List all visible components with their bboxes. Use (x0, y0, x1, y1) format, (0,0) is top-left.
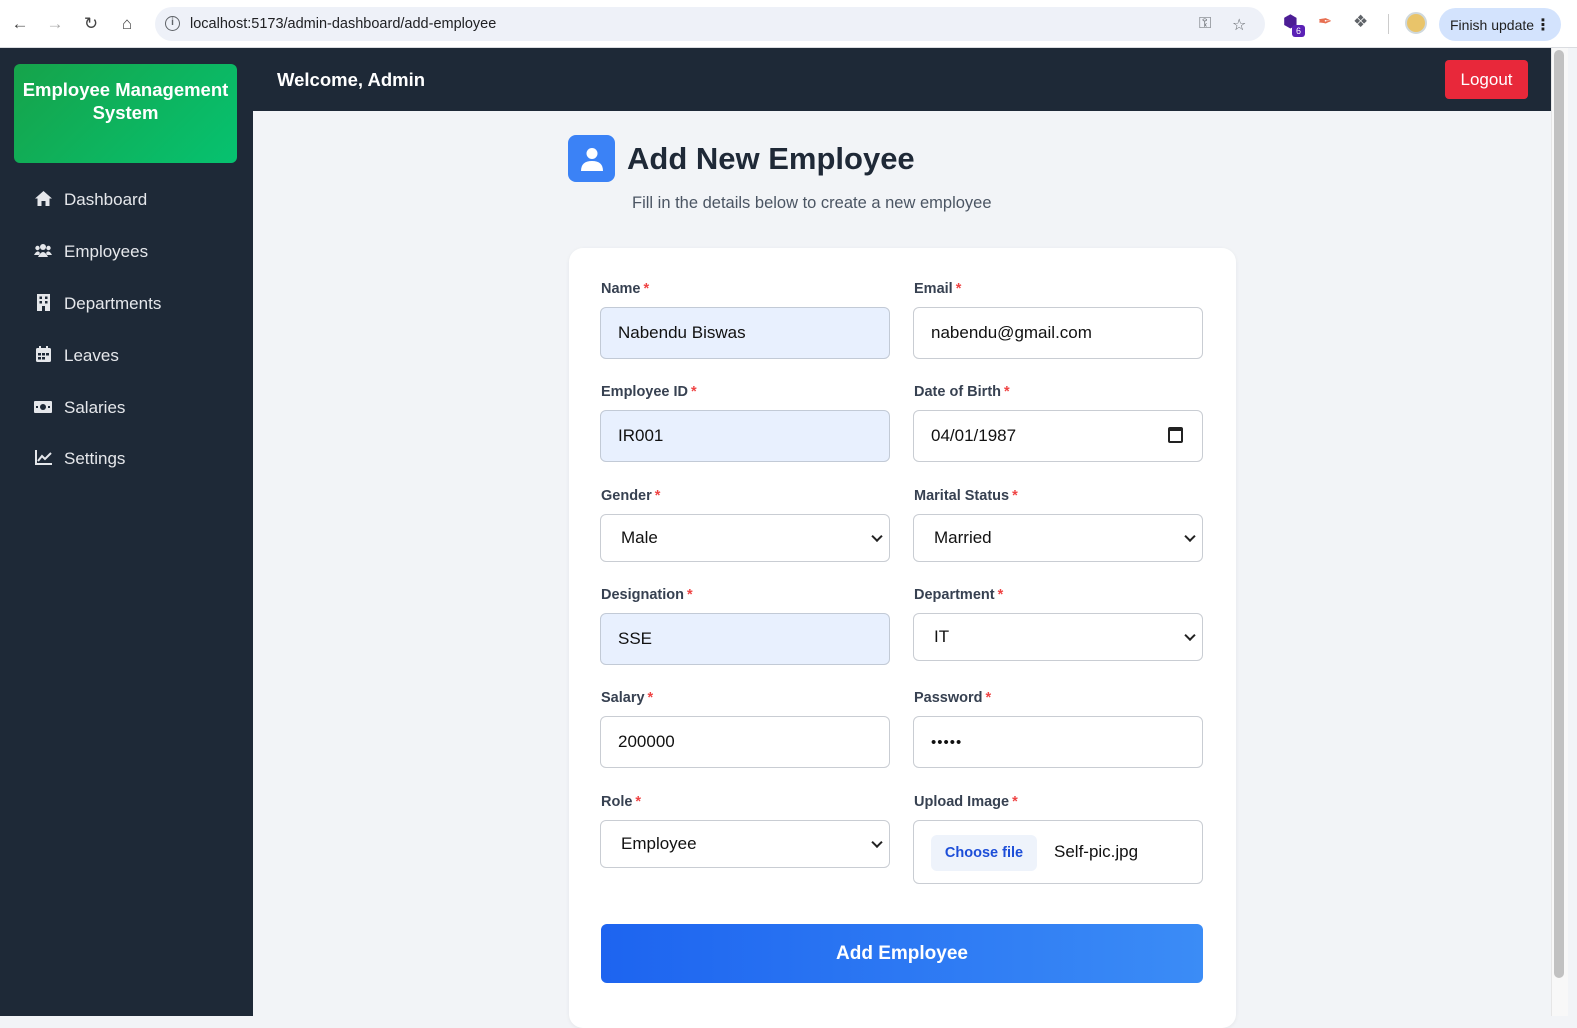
upload-image-input[interactable]: Choose file Self-pic.jpg (913, 820, 1203, 884)
sidebar: Employee Management System Dashboard Emp… (0, 48, 253, 1016)
gender-value: Male (621, 528, 658, 547)
password-key-icon[interactable]: ⚿ (1199, 15, 1211, 33)
site-info-icon[interactable]: i (165, 16, 180, 31)
choose-file-button[interactable]: Choose file (931, 835, 1037, 871)
name-label: Name * (601, 281, 650, 297)
email-value: nabendu@gmail.com (931, 323, 1092, 342)
page-title: Add New Employee (627, 141, 915, 176)
designation-label: Designation * (601, 587, 693, 603)
finish-update-label: Finish update (1450, 17, 1535, 33)
scrollbar-thumb[interactable] (1554, 50, 1564, 978)
upload-image-label: Upload Image * (914, 794, 1018, 810)
name-value: Nabendu Biswas (618, 323, 746, 342)
sidebar-item-employees[interactable]: Employees (0, 230, 253, 274)
logout-button[interactable]: Logout (1445, 60, 1528, 99)
salary-label: Salary * (601, 690, 654, 706)
sidebar-item-label: Salaries (64, 398, 126, 417)
user-icon (568, 135, 615, 182)
more-menu-icon[interactable]: ⋮ (1535, 15, 1551, 35)
department-label: Department * (914, 587, 1004, 603)
money-icon (34, 400, 52, 417)
email-label: Email * (914, 281, 962, 297)
department-value: IT (934, 627, 950, 646)
home-browser-icon[interactable]: ⌂ (115, 12, 139, 36)
address-bar[interactable]: i localhost:5173/admin-dashboard/add-emp… (155, 7, 1265, 41)
bookmark-star-icon[interactable]: ☆ (1232, 15, 1246, 35)
chevron-down-icon (871, 530, 883, 543)
sidebar-item-label: Dashboard (64, 190, 148, 209)
employee-id-value: IR001 (618, 426, 664, 445)
chevron-down-icon (1184, 530, 1196, 543)
sidebar-item-label: Settings (64, 449, 126, 468)
designation-value: SSE (618, 629, 653, 648)
sidebar-item-settings[interactable]: Settings (0, 437, 253, 481)
chevron-down-icon (1184, 629, 1196, 642)
building-icon (34, 293, 52, 315)
role-select[interactable]: Employee (600, 820, 890, 868)
marital-status-value: Married (934, 528, 992, 547)
home-icon (34, 190, 52, 210)
sidebar-item-label: Departments (64, 294, 162, 313)
dob-label: Date of Birth * (914, 384, 1010, 400)
designation-input[interactable]: SSE (600, 613, 890, 665)
dob-value: 04/01/1987 (931, 426, 1017, 445)
finish-update-button[interactable]: Finish update ⋮ (1439, 8, 1561, 41)
users-icon (34, 243, 52, 261)
color-picker-extension-icon[interactable]: ✒ (1318, 12, 1332, 32)
employee-id-input[interactable]: IR001 (600, 410, 890, 462)
add-employee-button[interactable]: Add Employee (601, 924, 1203, 983)
sidebar-item-label: Employees (64, 242, 149, 261)
welcome-message: Welcome, Admin (277, 69, 426, 90)
salary-input[interactable]: 200000 (600, 716, 890, 768)
email-input[interactable]: nabendu@gmail.com (913, 307, 1203, 359)
top-navbar: Welcome, Admin Logout (253, 48, 1551, 111)
password-value: ••••• (931, 733, 963, 751)
extensions-puzzle-icon[interactable]: ❖ (1353, 12, 1368, 32)
dob-input[interactable]: 04/01/1987 (913, 410, 1203, 462)
sidebar-item-label: Leaves (64, 346, 119, 365)
role-label: Role * (601, 794, 642, 810)
extension-badge: 6 (1292, 25, 1305, 37)
password-input[interactable]: ••••• (913, 716, 1203, 768)
back-icon[interactable]: ← (8, 12, 32, 36)
calendar-picker-icon[interactable] (1168, 427, 1183, 443)
sidebar-item-departments[interactable]: Departments (0, 282, 253, 326)
calendar-icon (34, 346, 52, 366)
marital-status-select[interactable]: Married (913, 514, 1203, 562)
selected-filename: Self-pic.jpg (1054, 842, 1139, 861)
chevron-down-icon (871, 836, 883, 849)
salary-value: 200000 (618, 732, 675, 751)
toolbar-divider (1388, 14, 1389, 34)
reload-icon[interactable]: ↻ (79, 12, 103, 36)
employee-id-label: Employee ID * (601, 384, 697, 400)
marital-status-label: Marital Status * (914, 488, 1018, 504)
forward-icon[interactable]: → (43, 12, 67, 36)
page-subtitle: Fill in the details below to create a ne… (632, 194, 992, 212)
department-select[interactable]: IT (913, 613, 1203, 661)
brand-logo: Employee Management System (14, 64, 237, 163)
password-label: Password * (914, 690, 992, 706)
sidebar-item-dashboard[interactable]: Dashboard (0, 178, 253, 222)
gender-select[interactable]: Male (600, 514, 890, 562)
role-value: Employee (621, 834, 697, 853)
sidebar-item-leaves[interactable]: Leaves (0, 334, 253, 378)
sidebar-item-salaries[interactable]: Salaries (0, 386, 253, 430)
name-input[interactable]: Nabendu Biswas (600, 307, 890, 359)
chart-line-icon (34, 449, 52, 469)
profile-avatar[interactable] (1405, 12, 1427, 34)
gender-label: Gender * (601, 488, 661, 504)
url-text[interactable]: localhost:5173/admin-dashboard/add-emplo… (190, 16, 496, 32)
browser-toolbar: ← → ↻ ⌂ i localhost:5173/admin-dashboard… (0, 0, 1577, 48)
